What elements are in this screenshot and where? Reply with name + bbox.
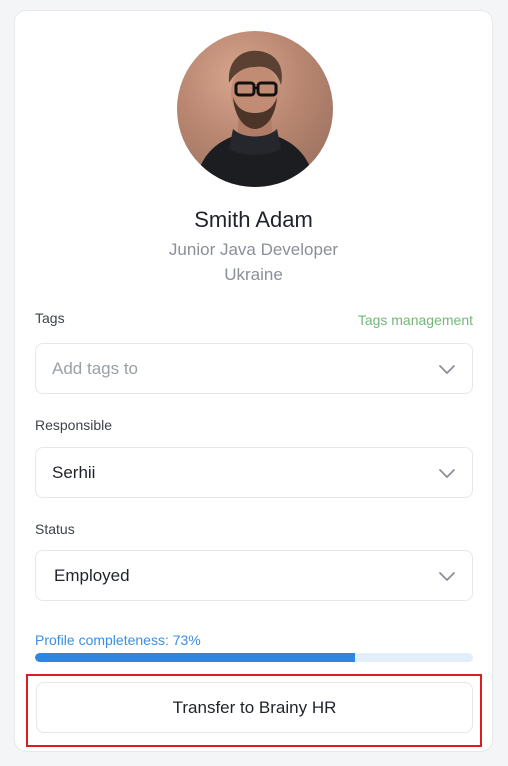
profile-card: Smith Adam Junior Java Developer Ukraine… — [14, 10, 493, 752]
responsible-select[interactable]: Serhii — [35, 447, 473, 498]
chevron-down-icon — [439, 572, 455, 581]
candidate-country: Ukraine — [224, 265, 283, 284]
tags-label: Tags — [35, 310, 65, 326]
profile-completeness-fill — [35, 653, 355, 662]
candidate-name: Smith Adam — [194, 207, 313, 232]
profile-completeness-bar — [35, 653, 473, 662]
status-select[interactable]: Employed — [35, 550, 473, 601]
status-label: Status — [35, 521, 75, 537]
chevron-down-icon — [439, 469, 455, 478]
tags-management-link[interactable]: Tags management — [358, 312, 473, 328]
responsible-label: Responsible — [35, 417, 113, 433]
tags-select-placeholder: Add tags to — [52, 359, 139, 378]
avatar-photo — [195, 50, 315, 187]
avatar — [177, 31, 333, 187]
transfer-to-brainy-hr-button[interactable]: Transfer to Brainy HR — [36, 682, 473, 733]
chevron-down-icon — [439, 365, 455, 374]
candidate-role: Junior Java Developer — [168, 240, 339, 259]
tags-select[interactable]: Add tags to — [35, 343, 473, 394]
profile-completeness-label: Profile completeness: 73% — [35, 632, 201, 648]
status-select-value: Employed — [54, 566, 130, 585]
responsible-select-value: Serhii — [52, 463, 96, 482]
